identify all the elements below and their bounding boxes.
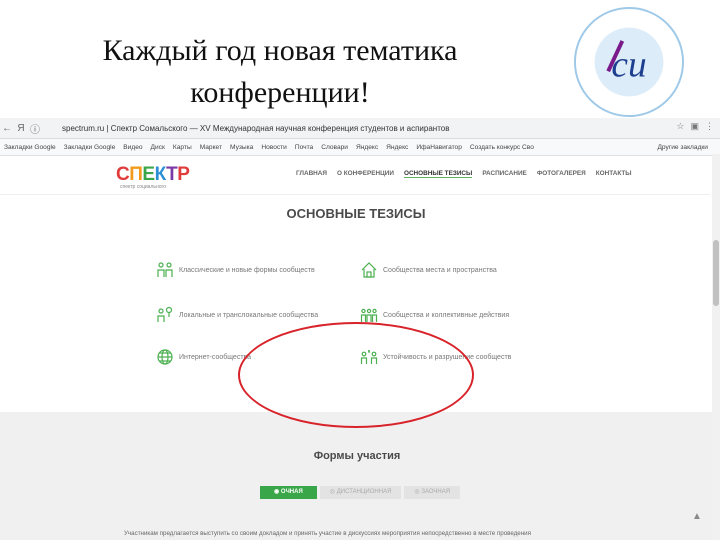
- thesis-item[interactable]: Классические и новые формы сообществ: [156, 261, 315, 279]
- site-logo-subtitle: спектр социального: [120, 184, 167, 190]
- other-bookmarks[interactable]: Другие закладки: [657, 144, 708, 151]
- thesis-label: Интернет-сообщества: [179, 353, 252, 361]
- bookmark[interactable]: Создать конкурс Сво: [470, 144, 534, 151]
- bookmark[interactable]: Яндекс: [386, 144, 408, 151]
- bookmark[interactable]: Закладки Google: [64, 144, 116, 151]
- url-field[interactable]: spectrum.ru | Спектр Сомальского — XV Ме…: [62, 124, 482, 133]
- participation-section: [0, 412, 712, 540]
- menu-item-contacts[interactable]: КОНТАКТЫ: [596, 170, 632, 178]
- bookmark[interactable]: Закладки Google: [4, 144, 56, 151]
- participation-description: Участникам предлагается выступить со сво…: [124, 530, 531, 537]
- bookmark[interactable]: Диск: [151, 144, 165, 151]
- slide-title: Каждый год новая тематика конференции!: [0, 30, 560, 114]
- bookmark[interactable]: Словари: [321, 144, 348, 151]
- bookmark[interactable]: Видео: [123, 144, 142, 151]
- thesis-item[interactable]: Сообщества и коллективные действия: [360, 306, 509, 324]
- thesis-label: Локальные и транслокальные сообщества: [179, 311, 319, 319]
- globe-icon: [157, 349, 173, 365]
- people-icon: [157, 262, 173, 277]
- menu-item-home[interactable]: ГЛАВНАЯ: [296, 170, 327, 178]
- tab-correspondence[interactable]: ◎ ЗАОЧНАЯ: [404, 486, 461, 499]
- address-bar: ← Я ⓘ spectrum.ru | Спектр Сомальского —…: [0, 118, 720, 139]
- page-scrollbar[interactable]: [712, 154, 720, 540]
- house-icon: [361, 262, 377, 278]
- forms-title: Формы участия: [313, 450, 401, 462]
- site-logo[interactable]: СПЕКТР спектр социального: [116, 164, 190, 190]
- scrollbar-thumb[interactable]: [713, 240, 719, 306]
- thesis-label: Сообщества и коллективные действия: [383, 311, 510, 319]
- bookmark[interactable]: Новости: [261, 144, 287, 151]
- slide-title-line-2: конференции!: [190, 76, 370, 109]
- thesis-item[interactable]: Локальные и транслокальные сообщества: [156, 306, 318, 324]
- thesis-label: Сообщества места и пространства: [383, 266, 497, 274]
- back-icon[interactable]: ←: [0, 123, 14, 134]
- menu-item-schedule[interactable]: РАСПИСАНИЕ: [482, 170, 527, 178]
- tab-remote[interactable]: ◎ ДИСТАНЦИОННАЯ: [319, 486, 402, 499]
- menu-item-about[interactable]: О КОНФЕРЕНЦИИ: [337, 170, 394, 178]
- person-pin-icon: [157, 306, 173, 322]
- participation-tabs: ◉ ОЧНАЯ ◎ ДИСТАНЦИОННАЯ ◎ ЗАОЧНАЯ: [260, 486, 461, 499]
- bookmark[interactable]: Почта: [295, 144, 313, 151]
- bookmark[interactable]: ИфаНавигатор: [416, 144, 462, 151]
- main-menu: ГЛАВНАЯ О КОНФЕРЕНЦИИ ОСНОВНЫЕ ТЕЗИСЫ РА…: [296, 170, 632, 178]
- menu-item-theses[interactable]: ОСНОВНЫЕ ТЕЗИСЫ: [403, 170, 473, 178]
- star-icon[interactable]: ☆: [676, 121, 684, 132]
- thesis-item[interactable]: Интернет-сообщества: [156, 348, 251, 366]
- section-title: ОСНОВНЫЕ ТЕЗИСЫ: [286, 206, 426, 221]
- extension-icon[interactable]: ▣: [690, 121, 699, 132]
- thesis-item[interactable]: Сообщества места и пространства: [360, 261, 497, 279]
- menu-icon[interactable]: ⋮: [705, 121, 714, 132]
- yandex-icon[interactable]: Я: [14, 123, 28, 134]
- scroll-top-icon[interactable]: ▲: [692, 511, 702, 522]
- site-header: СПЕКТР спектр социального ГЛАВНАЯ О КОНФ…: [0, 158, 710, 195]
- tab-in-person[interactable]: ◉ ОЧНАЯ: [260, 486, 317, 499]
- thesis-label: Классические и новые формы сообществ: [179, 266, 315, 274]
- bookmark[interactable]: Музыка: [230, 144, 253, 151]
- school-logo: си: [573, 6, 685, 118]
- lock-icon: ⓘ: [30, 124, 40, 136]
- bookmark[interactable]: Маркет: [200, 144, 222, 151]
- bookmark[interactable]: Карты: [173, 144, 192, 151]
- menu-item-gallery[interactable]: ФОТОГАЛЕРЕЯ: [537, 170, 586, 178]
- slide-title-line-1: Каждый год новая тематика: [102, 34, 458, 67]
- highlight-oval: [238, 322, 474, 428]
- bookmarks-bar: Закладки Google Закладки Google Видео Ди…: [0, 139, 720, 156]
- bookmark[interactable]: Яндекс: [356, 144, 378, 151]
